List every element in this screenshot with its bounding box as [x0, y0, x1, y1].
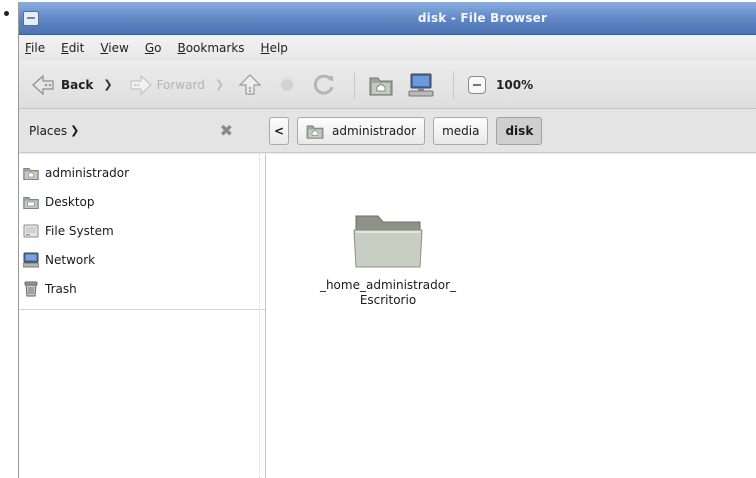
places-selector[interactable]: Places ❯ ✖ — [19, 121, 259, 140]
places-list: administrador Desktop File System Networ… — [19, 154, 265, 310]
home-folder-icon — [369, 74, 393, 96]
menu-help-label: elp — [269, 41, 288, 55]
location-bar: Places ❯ ✖ < administrador media disk — [19, 109, 756, 153]
forward-button[interactable]: Forward ❯ — [127, 74, 224, 96]
forward-arrow-icon — [127, 74, 153, 96]
menu-bookmarks-accel: B — [177, 41, 186, 55]
sidebar-item-label: Network — [45, 252, 96, 267]
reload-icon — [312, 73, 336, 97]
sidebar-item-label: Trash — [45, 281, 77, 296]
sidebar-item-file-system[interactable]: File System — [19, 216, 265, 245]
menu-edit-accel: E — [61, 41, 69, 55]
menu-help-accel: H — [260, 41, 270, 55]
zoom-level: 100% — [496, 77, 534, 92]
network-icon — [23, 252, 39, 268]
back-button[interactable]: Back ❯ — [31, 74, 113, 96]
stop-icon — [276, 74, 298, 96]
menu-bookmarks[interactable]: Bookmarks — [177, 41, 244, 55]
list-bullet — [4, 11, 9, 16]
computer-icon — [407, 73, 435, 97]
home-folder-icon — [23, 165, 39, 181]
sidebar-item-desktop[interactable]: Desktop — [19, 187, 265, 216]
menu-view[interactable]: View — [100, 41, 128, 55]
main-panes: administrador Desktop File System Networ… — [19, 154, 756, 478]
sidebar-item-administrador[interactable]: administrador — [19, 158, 265, 187]
zoom-out-button[interactable]: 100% — [468, 75, 534, 94]
menu-go-accel: G — [144, 41, 155, 55]
breadcrumb: < administrador media disk — [269, 116, 550, 145]
home-folder-icon — [306, 123, 324, 139]
home-button[interactable] — [369, 74, 393, 96]
stop-button[interactable] — [276, 74, 298, 96]
file-browser-window: disk - File Browser File Edit View Go Bo… — [18, 2, 756, 478]
zoom-out-icon — [468, 75, 487, 94]
up-arrow-icon — [238, 73, 262, 97]
file-view[interactable]: _home_administrador_ Escritorio — [266, 154, 756, 478]
menu-file-label: ile — [31, 41, 46, 55]
sidebar-item-network[interactable]: Network — [19, 245, 265, 274]
menu-go-label: o — [154, 41, 162, 55]
breadcrumb-back-button[interactable]: < — [269, 116, 289, 145]
toolbar-separator — [453, 70, 455, 99]
back-arrow-icon — [31, 74, 57, 96]
chevron-down-icon: ❯ — [70, 124, 80, 137]
back-label: Back — [61, 77, 94, 92]
close-sidebar-icon[interactable]: ✖ — [220, 121, 233, 140]
filesystem-icon — [23, 223, 39, 239]
reload-button[interactable] — [312, 73, 336, 97]
menu-bar: File Edit View Go Bookmarks Help — [19, 35, 756, 61]
file-item[interactable]: _home_administrador_ Escritorio — [318, 210, 458, 308]
places-label: Places — [29, 123, 68, 138]
sidebar-item-label: File System — [45, 223, 114, 238]
menu-go[interactable]: Go — [145, 41, 162, 55]
sidebar-item-label: Desktop — [45, 194, 95, 209]
forward-label: Forward — [156, 77, 205, 92]
toolbar-separator — [354, 70, 356, 99]
sidebar-item-label: administrador — [45, 165, 130, 180]
sidebar-item-trash[interactable]: Trash — [19, 274, 265, 303]
breadcrumb-item-media[interactable]: media — [433, 116, 489, 145]
window-title: disk - File Browser — [417, 11, 548, 25]
menu-view-label: iew — [108, 41, 129, 55]
breadcrumb-item-disk[interactable]: disk — [496, 116, 543, 145]
breadcrumb-label: administrador — [332, 123, 417, 138]
breadcrumb-label: disk — [505, 123, 534, 138]
up-button[interactable] — [238, 73, 262, 97]
title-bar[interactable]: disk - File Browser — [19, 2, 756, 35]
toolbar: Back ❯ Forward ❯ 100% — [19, 61, 756, 109]
back-history-chevron-icon[interactable]: ❯ — [103, 78, 112, 91]
places-sidebar: administrador Desktop File System Networ… — [19, 154, 266, 478]
folder-icon — [352, 210, 424, 270]
file-name-line-1: _home_administrador_ — [319, 278, 457, 292]
breadcrumb-label: media — [442, 123, 480, 138]
computer-button[interactable] — [407, 73, 435, 97]
desktop-folder-icon — [23, 194, 39, 210]
breadcrumb-item-administrador[interactable]: administrador — [297, 116, 426, 145]
menu-help[interactable]: Help — [261, 41, 288, 55]
menu-edit[interactable]: Edit — [61, 41, 84, 55]
trash-icon — [23, 281, 39, 297]
menu-bookmarks-label: ookmarks — [185, 41, 245, 55]
sidebar-resize-handle[interactable] — [259, 154, 263, 478]
forward-history-chevron-icon[interactable]: ❯ — [215, 78, 224, 91]
menu-edit-label: dit — [68, 41, 85, 55]
menu-file[interactable]: File — [25, 41, 45, 55]
file-name-line-2: Escritorio — [359, 293, 417, 307]
